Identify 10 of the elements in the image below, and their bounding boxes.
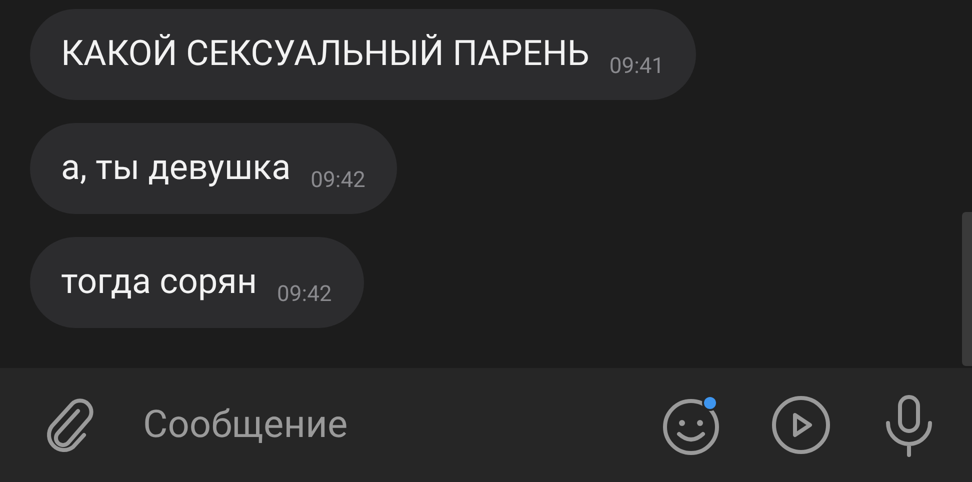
play-icon[interactable] <box>770 394 832 456</box>
message-time: 09:42 <box>310 167 366 195</box>
scrollbar[interactable] <box>962 212 972 366</box>
message-text: а, ты девушка <box>61 146 291 190</box>
attach-icon[interactable] <box>44 397 96 453</box>
message-text: КАКОЙ СЕКСУАЛЬНЫЙ ПАРЕНЬ <box>61 32 590 76</box>
message-time: 09:41 <box>609 53 664 81</box>
message-time: 09:42 <box>277 281 332 309</box>
message-text: тогда сорян <box>61 260 258 304</box>
message-field[interactable]: Сообщение <box>0 368 972 482</box>
